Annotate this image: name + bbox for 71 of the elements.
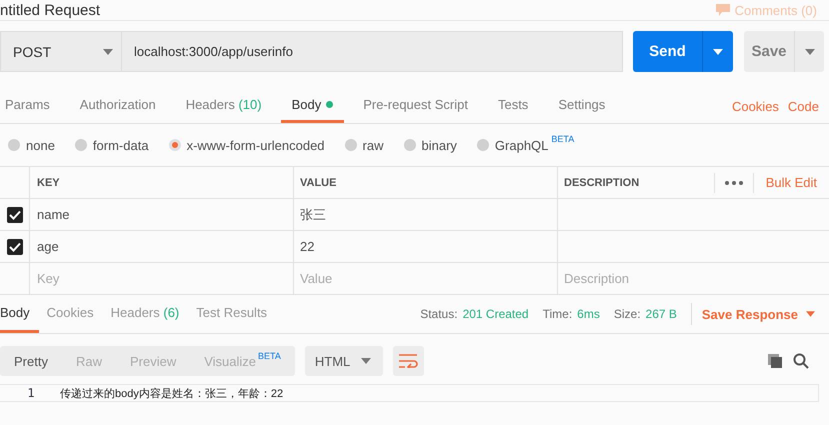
status-label: Status: xyxy=(420,307,458,321)
url-field[interactable]: localhost:3000/app/userinfo xyxy=(122,31,623,72)
checkbox[interactable] xyxy=(6,238,22,254)
request-tab[interactable]: Settings xyxy=(547,89,616,123)
radio-button[interactable] xyxy=(344,139,357,151)
request-tab[interactable]: Authorization xyxy=(68,89,167,123)
column-header: VALUE xyxy=(300,176,336,188)
response-tab[interactable]: Headers (6) xyxy=(102,295,188,333)
view-tab[interactable]: Preview xyxy=(116,346,190,376)
body-type-option[interactable]: raw xyxy=(344,138,384,152)
bulk-edit-link[interactable]: Bulk Edit xyxy=(754,175,829,190)
line-number: 1 xyxy=(26,386,36,400)
more-icon[interactable] xyxy=(724,180,743,184)
column-header: KEY xyxy=(37,176,60,188)
radio-button[interactable] xyxy=(404,139,416,151)
view-tab[interactable]: Pretty xyxy=(0,346,62,376)
caret-icon xyxy=(713,48,723,54)
save-response-button[interactable]: Save Response xyxy=(702,295,815,333)
request-tab[interactable]: Headers (10) xyxy=(174,89,273,123)
caret-icon xyxy=(804,48,814,54)
request-tab[interactable]: Params xyxy=(5,89,61,123)
body-type-option[interactable]: form-data xyxy=(74,138,149,152)
value-cell[interactable]: 22 xyxy=(300,239,314,254)
wrap-lines-button[interactable] xyxy=(392,346,424,376)
description-input[interactable]: Description xyxy=(564,271,764,286)
caret-icon xyxy=(360,358,371,364)
send-button[interactable]: Send xyxy=(633,31,702,72)
key-cell[interactable]: name xyxy=(37,207,70,222)
status-value: 201 Created xyxy=(462,307,529,321)
response-tab[interactable]: Test Results xyxy=(188,295,276,333)
body-type-option[interactable]: x-www-form-urlencoded xyxy=(168,138,325,152)
body-type-option[interactable]: none xyxy=(8,138,55,152)
search-icon[interactable] xyxy=(793,353,809,369)
beta-label: BETA xyxy=(551,134,574,144)
value-cell[interactable]: 张三 xyxy=(300,206,326,224)
time-label: Time: xyxy=(542,307,572,321)
response-text: 传递过来的body内容是姓名：张三，年龄：22 xyxy=(60,386,284,400)
time-value: 6ms xyxy=(577,307,600,321)
method-dropdown[interactable]: POST xyxy=(0,31,122,72)
request-title: ntitled Request xyxy=(0,2,100,18)
caret-icon xyxy=(103,48,113,54)
copy-icon[interactable] xyxy=(767,353,783,369)
view-tab[interactable]: Visualize$^{BETA}$ xyxy=(190,346,295,376)
radio-button[interactable] xyxy=(74,139,87,151)
response-tab[interactable]: Body xyxy=(0,295,39,333)
save-options-button[interactable] xyxy=(794,31,824,72)
radio-button[interactable] xyxy=(476,139,489,151)
body-type-option[interactable]: GraphQL $^{BETA}$ xyxy=(476,138,574,152)
wrap-icon xyxy=(398,354,418,368)
save-button[interactable]: Save xyxy=(744,31,794,72)
value-input[interactable]: Value xyxy=(300,271,500,286)
header-link[interactable]: Code xyxy=(788,98,819,114)
key-cell[interactable]: age xyxy=(37,239,59,254)
body-type-option[interactable]: binary xyxy=(404,138,457,152)
header-link[interactable]: Cookies xyxy=(732,98,779,114)
size-value: 267 B xyxy=(646,307,677,321)
caret-icon xyxy=(806,311,815,317)
request-tab[interactable]: Pre-request Script xyxy=(352,89,479,123)
request-tab[interactable]: Tests xyxy=(486,89,540,123)
radio-button[interactable] xyxy=(8,139,20,151)
size-label: Size: xyxy=(614,307,641,321)
comment-icon xyxy=(714,4,731,16)
radio-button[interactable] xyxy=(168,139,181,151)
view-tab[interactable]: Raw xyxy=(62,346,116,376)
checkbox[interactable] xyxy=(6,206,22,222)
send-options-button[interactable] xyxy=(702,31,733,72)
format-dropdown[interactable]: HTML xyxy=(304,346,383,376)
request-tab[interactable]: Body xyxy=(280,89,344,123)
key-input[interactable]: Key xyxy=(37,271,237,286)
column-header: DESCRIPTION xyxy=(564,176,640,188)
response-tab[interactable]: Cookies xyxy=(38,295,103,333)
